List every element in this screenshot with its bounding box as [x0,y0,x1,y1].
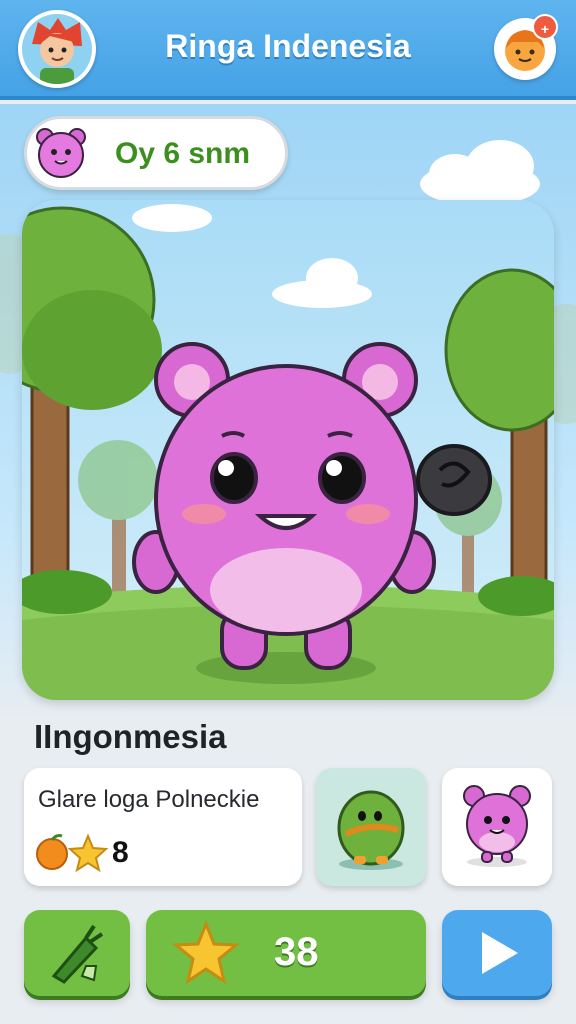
pet-name: IIngonmesia [34,718,227,755]
pink-pet-icon [36,128,86,178]
item-count: 8 [112,836,129,869]
pink-pet-icon [463,785,531,867]
top-bar: Ringa Indenesia + [0,0,576,100]
info-description: Glare loga Polneckie [38,786,260,813]
star-icon [172,919,240,985]
speech-bubble[interactable]: Oy 6 snm [24,116,288,190]
score-value: 38 [274,930,319,974]
thumbnail-pink-pet[interactable] [442,768,552,886]
info-card[interactable]: Glare loga Polneckie 8 [24,768,302,886]
dark-toy-icon [416,444,492,516]
feed-button[interactable] [24,910,130,996]
pet-scene[interactable] [22,200,554,700]
cloud-icon [420,140,540,206]
score-button[interactable]: 38 [146,910,426,996]
carrot-icon [51,924,104,984]
play-arrow-icon [482,932,518,974]
next-button[interactable] [442,910,552,996]
game-title: Ringa Indenesia [165,28,411,64]
speech-text: Oy 6 snm [115,137,251,170]
profile-button[interactable]: + [494,14,558,80]
green-creature-icon [337,790,405,870]
orange-fruit-icon [36,834,68,870]
star-icon [67,833,109,872]
notification-badge: + [532,14,558,40]
thumbnail-green-creature[interactable] [316,768,426,886]
